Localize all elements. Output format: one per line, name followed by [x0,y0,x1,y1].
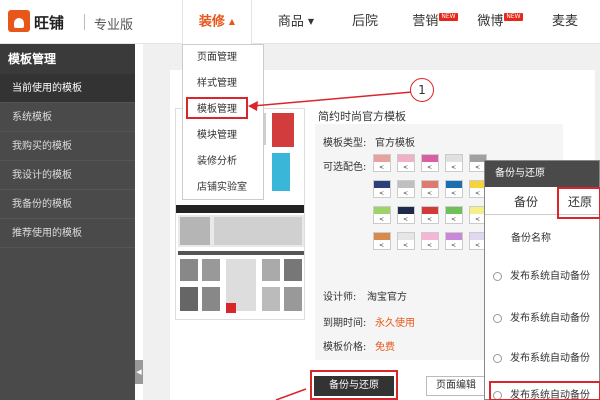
nav-weibo[interactable]: 微博 NEW [470,0,530,44]
color-swatch[interactable]: < [373,180,391,198]
sidebar-item-current-template[interactable]: 当前使用的模板 [0,74,135,103]
page-edit-button[interactable]: 页面编辑 [426,376,486,396]
color-swatch[interactable]: < [397,232,415,250]
nav-products[interactable]: 商品 ▼ [266,0,326,44]
designer-label: 设计师: [323,292,357,303]
sidebar-collapse-handle[interactable]: ◀ [135,360,143,384]
nav-backyard[interactable]: 后院 [340,0,390,44]
house-logo-icon [8,10,30,32]
sidebar-item-purchased-templates[interactable]: 我购买的模板 [0,132,135,161]
menu-item-decoration-analysis[interactable]: 装修分析 [183,149,263,175]
edition-label: 专业版 [94,18,134,33]
color-swatch[interactable]: < [445,206,463,224]
top-bar: 旺铺 专业版 装修 ▲ 商品 ▼ 后院 营销 NEW 微博 NEW 麦麦 [0,0,600,45]
new-badge: NEW [504,13,523,21]
sidebar-item-backup-templates[interactable]: 我备份的模板 [0,190,135,219]
backup-row[interactable]: 发布系统自动备份 [493,267,590,282]
restore-tab-highlight [557,187,600,219]
color-swatch[interactable]: < [373,206,391,224]
color-swatch[interactable]: < [397,154,415,172]
backup-row[interactable]: 发布系统自动备份 [493,349,590,364]
sidebar-item-system-templates[interactable]: 系统模板 [0,103,135,132]
chevron-up-icon: ▲ [228,17,236,26]
chevron-down-icon: ▼ [307,17,315,26]
tab-backup[interactable]: 备份 [501,189,551,215]
template-name: 简约时尚官方模板 [318,110,406,123]
backup-button-highlight [310,370,398,400]
price-label: 模板价格: [323,342,367,353]
price-value: 免费 [375,342,395,353]
menu-item-shop-lab[interactable]: 店铺实验室 [183,175,263,201]
color-swatch[interactable]: < [373,154,391,172]
color-swatch[interactable]: < [445,154,463,172]
decoration-dropdown-menu: 页面管理 样式管理 模板管理 模块管理 装修分析 店铺实验室 [182,44,264,200]
nav-maimai[interactable]: 麦麦 [540,0,590,44]
menu-item-module-manage[interactable]: 模块管理 [183,123,263,149]
sidebar-item-designed-templates[interactable]: 我设计的模板 [0,161,135,190]
color-scheme-label: 可选配色: [323,162,367,173]
color-swatch[interactable]: < [421,232,439,250]
menu-item-page-manage[interactable]: 页面管理 [183,45,263,71]
new-badge: NEW [439,13,458,21]
radio-button[interactable] [493,353,502,363]
dialog-title: 备份与还原 [485,161,599,187]
brand-divider [84,14,85,30]
radio-button[interactable] [493,313,502,323]
backup-row[interactable]: 发布系统自动备份 [493,309,590,324]
color-swatch[interactable]: < [445,180,463,198]
nav-decoration[interactable]: 装修 ▲ [182,0,252,45]
backup-name-header: 备份名称 [511,233,551,244]
color-swatch[interactable]: < [397,180,415,198]
template-type-label: 模板类型: [323,138,367,149]
step-number-callout: 1 [410,78,434,102]
color-swatch[interactable]: < [421,154,439,172]
menu-item-style-manage[interactable]: 样式管理 [183,71,263,97]
color-swatch[interactable]: < [421,206,439,224]
expire-value: 永久使用 [375,318,415,329]
template-manage-highlight [186,97,248,119]
sidebar-title: 模板管理 [0,44,135,74]
color-swatch[interactable]: < [397,206,415,224]
designer-value: 淘宝官方 [367,292,407,303]
expire-label: 到期时间: [323,318,367,329]
color-swatch[interactable]: < [445,232,463,250]
color-swatch[interactable]: < [421,180,439,198]
sidebar: 模板管理 当前使用的模板 系统模板 我购买的模板 我设计的模板 我备份的模板 推… [0,44,135,400]
sidebar-item-recommended-templates[interactable]: 推荐使用的模板 [0,219,135,248]
brand-logo-text: 旺铺 [34,14,65,32]
template-type-value: 官方模板 [375,138,415,149]
backup-restore-dialog: 备份与还原 备份 还原 备份名称 发布系统自动备份 发布系统自动备份 发布系统自… [484,160,600,400]
radio-button[interactable] [493,271,502,281]
backup-row-highlight [489,381,600,400]
nav-marketing[interactable]: 营销 NEW [405,0,465,44]
color-swatch[interactable]: < [373,232,391,250]
